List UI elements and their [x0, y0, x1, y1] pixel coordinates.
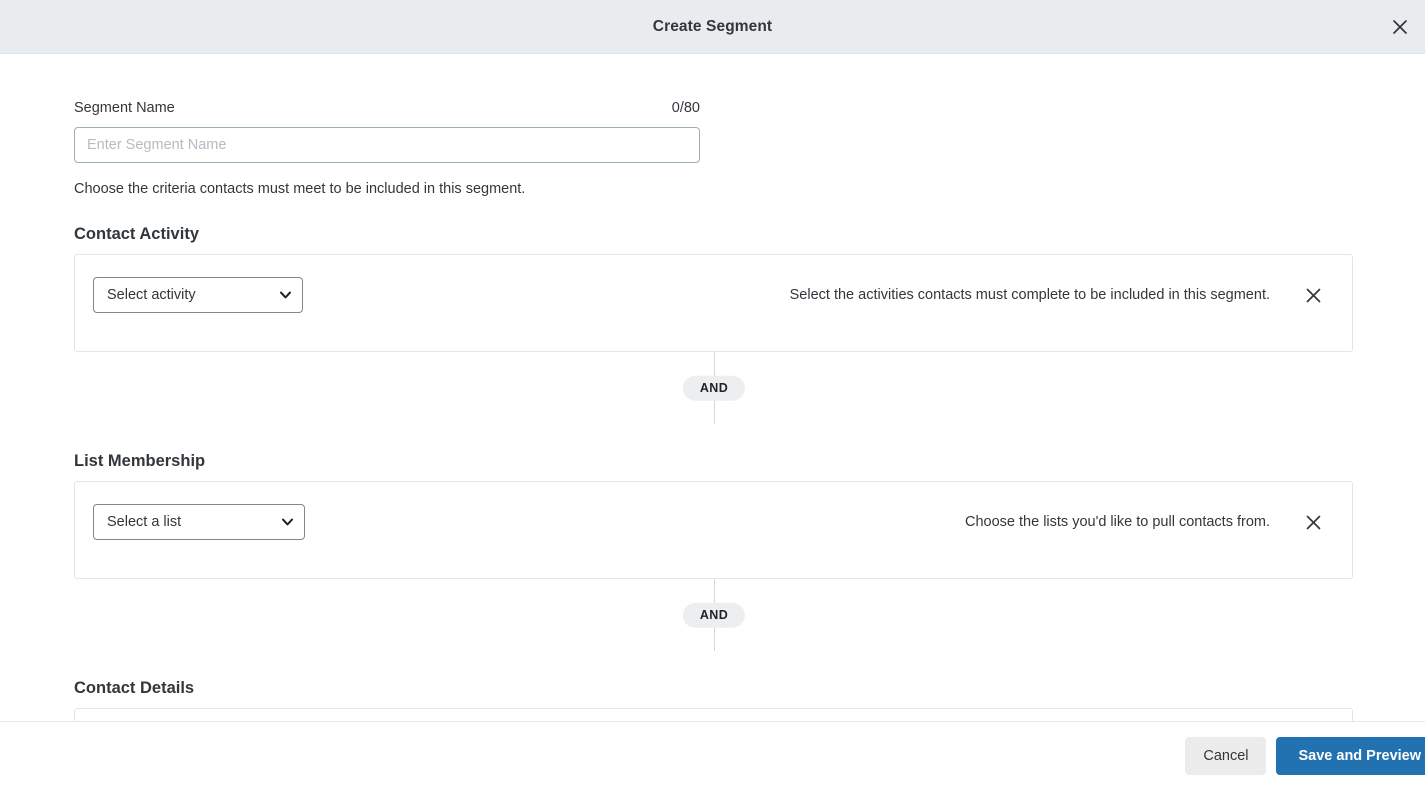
and-badge: AND: [682, 375, 746, 401]
cancel-button[interactable]: Cancel: [1185, 736, 1267, 775]
criteria-group-contact-details: Contact Details Select details Tell us w…: [74, 679, 1353, 721]
modal-footer: Cancel Save and Preview: [0, 721, 1425, 789]
criteria-group-list-membership: List Membership Select a list Choose the…: [74, 452, 1353, 579]
create-segment-modal: Create Segment Segment Name 0/80 Choose …: [0, 0, 1425, 789]
criteria-helper-text: Choose the criteria contacts must meet t…: [74, 181, 526, 197]
connector-and-1: AND: [74, 352, 1353, 424]
group-title: Contact Details: [74, 679, 195, 697]
criteria-card: Select activity Select the activities co…: [74, 254, 1353, 352]
segment-name-input-wrap: [74, 127, 700, 163]
modal-title: Create Segment: [652, 17, 773, 35]
select-activity-dropdown[interactable]: Select activity: [93, 277, 303, 313]
group-title: List Membership: [74, 452, 206, 470]
group-title: Contact Activity: [74, 225, 199, 243]
modal-body: Segment Name 0/80 Choose the criteria co…: [0, 54, 1425, 721]
criteria-card: Select details Tell us what other criter…: [74, 708, 1353, 721]
criteria-card: Select a list Choose the lists you'd lik…: [74, 481, 1353, 579]
save-and-preview-button[interactable]: Save and Preview: [1276, 736, 1425, 775]
select-list-wrap: Select a list: [93, 504, 305, 540]
select-activity-wrap: Select activity: [93, 277, 303, 313]
connector-and-2: AND: [74, 579, 1353, 651]
segment-name-row: Segment Name 0/80: [74, 100, 700, 116]
and-badge: AND: [682, 602, 746, 628]
criteria-group-contact-activity: Contact Activity Select activity Select …: [74, 225, 1353, 352]
segment-name-input[interactable]: [74, 127, 700, 163]
close-icon[interactable]: [1383, 10, 1417, 44]
select-list-dropdown[interactable]: Select a list: [93, 504, 305, 540]
criteria-description: Select the activities contacts must comp…: [789, 287, 1270, 303]
remove-criteria-close-icon[interactable]: [1298, 277, 1328, 313]
segment-name-counter: 0/80: [671, 100, 700, 116]
segment-name-label: Segment Name: [74, 100, 175, 116]
criteria-description: Choose the lists you'd like to pull cont…: [965, 514, 1270, 530]
modal-header: Create Segment: [0, 0, 1425, 54]
remove-criteria-close-icon[interactable]: [1298, 504, 1328, 540]
